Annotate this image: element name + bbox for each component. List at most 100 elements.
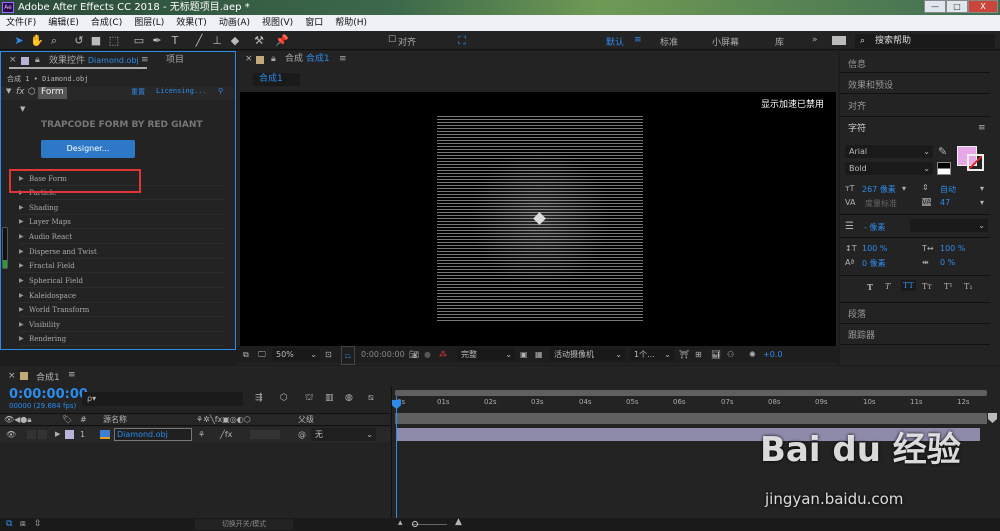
plugin-expand-icon[interactable]: ▼ <box>20 105 25 113</box>
hide-shy-layers-icon[interactable]: ⛫ <box>305 393 313 404</box>
group-audio-react[interactable]: Audio React <box>19 230 224 244</box>
group-shading[interactable]: Shading <box>19 201 224 215</box>
menu-effect[interactable]: 效果(T) <box>170 15 213 31</box>
motion-blur-icon[interactable]: ◍ <box>345 393 353 403</box>
designer-button[interactable]: Designer... <box>41 140 135 158</box>
group-layer-maps[interactable]: Layer Maps <box>19 215 224 229</box>
eraser-tool-icon[interactable]: ◆ <box>228 34 242 47</box>
menu-file[interactable]: 文件(F) <box>0 15 42 31</box>
visibility-eye-icon[interactable]: 👁︎ <box>6 427 16 442</box>
layer-name[interactable]: Diamond.obj <box>114 428 192 441</box>
draft-3d-icon[interactable]: ⬡ <box>280 393 288 403</box>
panel-menu-icon[interactable]: ≡ <box>978 123 986 133</box>
parent-select[interactable]: 无 ⌄ <box>311 428 376 441</box>
channel-icon[interactable]: ⁂ <box>439 346 447 363</box>
composition-viewer[interactable]: 显示加速已禁用 <box>240 92 836 346</box>
camera-tool-icon[interactable]: ■ <box>89 34 103 47</box>
menu-composition[interactable]: 合成(C) <box>85 15 128 31</box>
rectangle-tool-icon[interactable]: ▭ <box>132 34 146 47</box>
fx-switch-icon[interactable]: ╱fx <box>220 427 232 442</box>
rotate-tool-icon[interactable]: ↺ <box>72 34 86 47</box>
faux-italic-button[interactable]: T <box>885 282 890 291</box>
align-checkbox[interactable]: ☐ <box>385 34 399 47</box>
group-kaleidospace[interactable]: Kaleidospace <box>19 289 224 303</box>
tsume-value[interactable]: 0 % <box>940 258 955 267</box>
stroke-style-select[interactable]: ⌄ <box>910 219 988 232</box>
zoom-in-icon[interactable]: ▲ <box>455 517 462 527</box>
layer-search-input[interactable]: ρ▾ <box>82 392 243 406</box>
tab-composition[interactable]: 合成 合成1 <box>285 51 330 68</box>
close-panel-icon[interactable]: × <box>8 371 16 381</box>
toggle-switches-modes-button[interactable]: 切换开关/模式 <box>195 519 293 530</box>
3d-ground-plane-icon[interactable]: ⛩ <box>679 346 689 363</box>
pan-behind-tool-icon[interactable]: ⬚ <box>107 34 121 47</box>
comp-mini-flowchart-icon[interactable]: ⇶ <box>255 393 263 403</box>
layer-switch-boxes[interactable] <box>250 430 280 439</box>
audio-toggle[interactable] <box>27 430 36 439</box>
expand-triangle-icon[interactable]: ▼ <box>6 87 11 95</box>
black-white-swatch[interactable] <box>937 162 951 175</box>
pickwhip-icon[interactable]: @ <box>298 427 306 442</box>
kerning-value[interactable]: 度量标准 <box>865 198 897 209</box>
magnification-select[interactable]: 50% ⌄ <box>272 348 320 361</box>
workspace-library[interactable]: 库 <box>775 35 784 48</box>
info-panel-header[interactable]: 信息 <box>848 57 866 70</box>
snap-icon[interactable]: ⛶ <box>455 34 469 47</box>
column-parent[interactable]: 父级 <box>298 414 314 426</box>
workspace-small-screen[interactable]: 小屏幕 <box>712 35 739 48</box>
font-style-select[interactable]: Bold ⌄ <box>845 162 933 175</box>
selection-tool-icon[interactable]: ➤ <box>12 34 26 47</box>
faux-bold-button[interactable]: T <box>867 282 873 292</box>
clone-stamp-tool-icon[interactable]: ⊥ <box>210 34 224 47</box>
minimize-button[interactable]: — <box>924 0 946 13</box>
fast-preview-icon[interactable]: ▣ <box>520 346 528 363</box>
playhead[interactable] <box>396 396 397 518</box>
zoom-slider[interactable] <box>412 521 447 527</box>
character-panel-header[interactable]: 字符 <box>848 121 866 134</box>
timeline-icon[interactable]: 📊︎ <box>711 346 721 363</box>
roto-brush-tool-icon[interactable]: ⚒ <box>252 34 266 47</box>
leading-value[interactable]: 自动 <box>940 184 956 195</box>
frame-blending-icon[interactable]: ▥ <box>325 393 334 403</box>
zoom-tool-icon[interactable]: ⌕ <box>47 34 61 47</box>
type-tool-icon[interactable]: T <box>168 34 182 47</box>
layer-switches-icon[interactable]: ⧉ <box>6 519 12 529</box>
pixel-aspect-icon[interactable]: ⊞ <box>695 346 702 363</box>
column-source-name[interactable]: 源名称 <box>103 414 127 426</box>
small-caps-button[interactable]: Tт <box>922 282 932 291</box>
group-disperse-twist[interactable]: Disperse and Twist <box>19 245 224 259</box>
all-caps-button[interactable]: TT <box>901 280 916 291</box>
vertical-scale-value[interactable]: 100 % <box>862 244 887 253</box>
eyedropper-icon[interactable]: ✎ <box>938 145 947 158</box>
lock-icon[interactable]: 🔒︎ <box>271 51 276 68</box>
transparency-grid-icon[interactable]: ⏢ <box>341 346 355 365</box>
sync-settings-icon[interactable] <box>832 36 846 45</box>
paragraph-panel-header[interactable]: 段落 <box>848 307 866 320</box>
fx-toggle-icon[interactable]: fx <box>16 87 25 97</box>
time-ruler[interactable]: 0s 01s 02s 03s 04s 05s 06s 07s 08s 09s 1… <box>393 396 990 412</box>
group-rendering[interactable]: Rendering <box>19 332 224 346</box>
workspace-standard[interactable]: 标准 <box>660 35 678 48</box>
flowchart-icon[interactable]: ⚇ <box>727 346 734 363</box>
font-size-value[interactable]: 267 像素 <box>862 184 896 195</box>
in-out-icon[interactable]: ⇳ <box>34 519 42 529</box>
transfer-controls-icon[interactable]: ⧈ <box>20 519 26 529</box>
group-fractal-field[interactable]: Fractal Field <box>19 259 224 273</box>
pin-icon[interactable]: ⚲ <box>218 87 223 95</box>
menu-window[interactable]: 窗口 <box>299 15 329 31</box>
comp-subtab[interactable]: 合成1 <box>253 73 300 86</box>
more-workspaces-button[interactable]: » <box>812 35 818 45</box>
align-panel-header[interactable]: 对齐 <box>848 99 866 112</box>
stroke-width-value[interactable]: - 像素 <box>864 222 885 233</box>
workspace-default[interactable]: 默认 <box>606 35 624 48</box>
menu-help[interactable]: 帮助(H) <box>329 15 373 31</box>
horizontal-scale-value[interactable]: 100 % <box>940 244 965 253</box>
zoom-out-icon[interactable]: ▴ <box>398 518 403 528</box>
close-panel-icon[interactable]: × <box>245 51 253 68</box>
tracking-value[interactable]: 47 <box>940 198 950 207</box>
brush-tool-icon[interactable]: ╱ <box>192 34 206 47</box>
solo-toggle[interactable] <box>38 430 47 439</box>
current-timecode[interactable]: 0:00:00:00 <box>9 387 88 402</box>
subscript-button[interactable]: T₁ <box>964 282 973 291</box>
menu-edit[interactable]: 编辑(E) <box>42 15 85 31</box>
